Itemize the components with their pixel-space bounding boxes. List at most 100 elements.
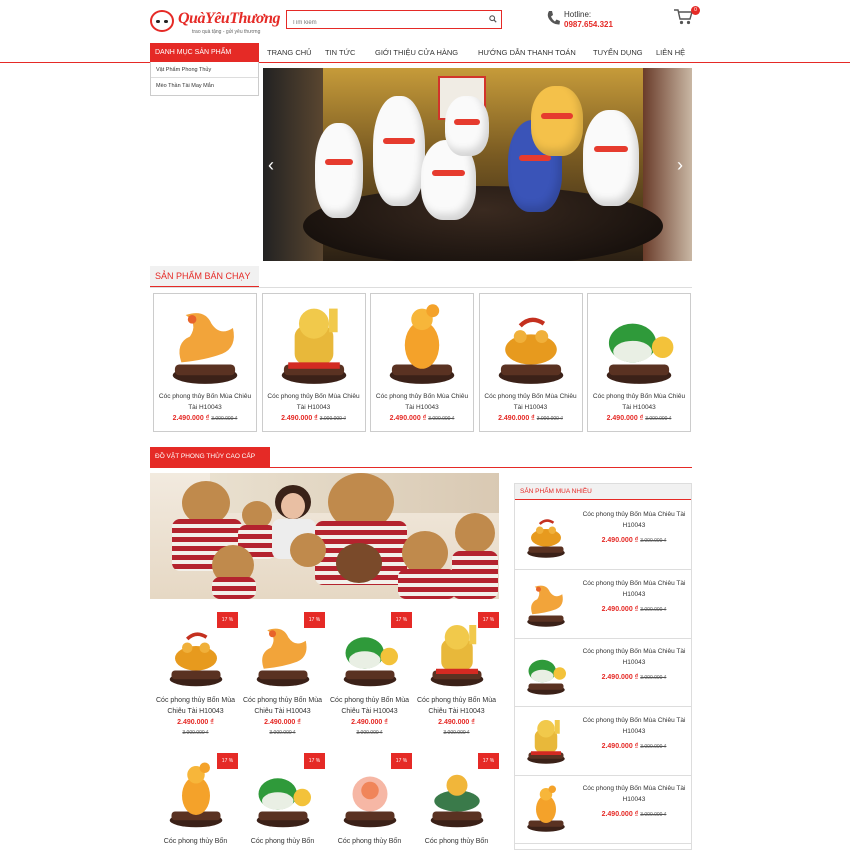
product-name[interactable]: Cóc phong thủy Bốn Mùa Chiêu Tài H10043 [480, 391, 582, 413]
nav-careers[interactable]: TUYỂN DỤNG [593, 43, 643, 62]
product-name[interactable]: Cóc phong thủy Bốn [153, 836, 238, 847]
product-name[interactable]: Cóc phong thủy Bốn Mùa Chiêu Tài H10043 [240, 695, 325, 717]
product-image[interactable] [596, 300, 682, 386]
discount-badge: 17 % [217, 753, 238, 769]
product-image[interactable] [521, 576, 571, 630]
product-name[interactable]: Cóc phong thủy Bốn Mùa Chiêu Tài H10043 [588, 391, 690, 413]
nav-contact[interactable]: LIÊN HỆ [656, 43, 685, 62]
product-name[interactable]: Cóc phong thủy Bốn Mùa Chiêu Tài H10043 [577, 646, 691, 668]
product-card[interactable]: 17 % Cóc phong thủy Bốn Mùa Chiêu Tài H1… [414, 612, 499, 736]
product-card[interactable]: Cóc phong thủy Bốn Mùa Chiêu Tài H10043 … [370, 293, 474, 432]
product-card[interactable]: 17 % Cóc phong thủy Bốn [153, 753, 238, 849]
category-menu-button[interactable]: DANH MỤC SẢN PHẨM [150, 43, 259, 62]
product-image[interactable] [161, 759, 231, 829]
product-image[interactable] [521, 781, 571, 835]
teddy-bear-banner[interactable] [150, 473, 499, 599]
product-image[interactable] [248, 618, 318, 688]
price-current: 2.490.000 ₫ [389, 415, 427, 422]
product-card[interactable]: Cóc phong thủy Bốn Mùa Chiêu Tài H10043 … [478, 293, 583, 432]
product-card[interactable]: 17 % Cóc phong thủy Bốn [414, 753, 499, 849]
product-image[interactable] [161, 618, 231, 688]
nav-payment-guide[interactable]: HƯỚNG DẪN THANH TOÁN [478, 43, 576, 62]
product-name[interactable]: Cóc phong thủy Bốn [240, 836, 325, 847]
nav-news[interactable]: TIN TỨC [325, 43, 355, 62]
logo-slogan: trao quà tặng - gửi yêu thương [192, 29, 261, 35]
product-card[interactable]: Cóc phong thủy Bốn Mùa Chiêu Tài H10043 … [587, 293, 691, 432]
product-price: 2.490.000 ₫ 3.000.000 ₫ [577, 743, 691, 750]
product-image[interactable] [248, 759, 318, 829]
lucky-cat-figurine [373, 96, 425, 206]
product-image[interactable] [422, 759, 492, 829]
product-price: 2.490.000 ₫ 3.000.000 ₫ [577, 674, 691, 681]
product-name[interactable]: Cóc phong thủy Bốn Mùa Chiêu Tài H10043 [371, 391, 473, 413]
slider-prev-arrow[interactable]: ‹ [268, 156, 278, 174]
product-card[interactable]: 17 % Cóc phong thủy Bốn Mùa Chiêu Tài H1… [327, 612, 412, 736]
price-current: 2.490.000 ₫ [601, 605, 639, 613]
product-card[interactable]: Cóc phong thủy Bốn Mùa Chiêu Tài H10043 … [153, 293, 257, 432]
lucky-cat-figurine [583, 110, 639, 206]
site-logo[interactable]: QuàYêuThương trao quà tặng - gửi yêu thư… [150, 8, 280, 38]
nav-about[interactable]: GIỚI THIỆU CỬA HÀNG [375, 43, 458, 62]
product-card[interactable]: Cóc phong thủy Bốn Mùa Chiêu Tài H10043 … [261, 293, 366, 432]
discount-badge: 17 % [478, 753, 499, 769]
product-name[interactable]: Cóc phong thủy Bốn Mùa Chiêu Tài H10043 [414, 695, 499, 717]
product-name[interactable]: Cóc phong thủy Bốn [414, 836, 499, 847]
product-card[interactable]: 17 % Cóc phong thủy Bốn Mùa Chiêu Tài H1… [240, 612, 325, 736]
price-old: 3.000.000 ₫ [356, 730, 383, 736]
product-name[interactable]: Cóc phong thủy Bốn Mùa Chiêu Tài H10043 [263, 391, 365, 413]
bear-shirt [398, 569, 456, 599]
product-name[interactable]: Cóc phong thủy Bốn Mùa Chiêu Tài H10043 [577, 715, 691, 737]
product-name[interactable]: Cóc phong thủy Bốn Mùa Chiêu Tài H10043 [577, 578, 691, 600]
price-old: 3.000.000 ₫ [182, 730, 209, 736]
product-image[interactable] [379, 300, 465, 386]
search-input[interactable] [287, 14, 477, 32]
product-name[interactable]: Cóc phong thủy Bốn Mùa Chiêu Tài H10043 [577, 783, 691, 805]
popular-item[interactable]: Cóc phong thủy Bốn Mùa Chiêu Tài H10043 … [515, 638, 691, 707]
product-image[interactable] [271, 300, 357, 386]
price-current: 2.490.000 ₫ [601, 811, 639, 818]
cart-button[interactable]: 0 [674, 6, 700, 26]
lucky-cat-figurine [445, 96, 489, 156]
price-current: 2.490.000 ₫ [264, 719, 301, 726]
product-image[interactable] [488, 300, 574, 386]
popular-item[interactable]: Cóc phong thủy Bốn Mùa Chiêu Tài H10043 … [515, 775, 691, 844]
slider-next-arrow[interactable]: › [677, 156, 687, 174]
category-item-feng-shui[interactable]: Vật Phẩm Phong Thủy [151, 62, 258, 78]
popular-item[interactable]: Cóc phong thủy Bốn Mùa Chiêu Tài H10043 … [515, 570, 691, 639]
category-dropdown: Vật Phẩm Phong Thủy Mèo Thần Tài May Mắn [150, 62, 259, 96]
person-face [281, 493, 305, 519]
logo-text: QuàYêuThương [178, 10, 280, 27]
popular-item[interactable]: Cóc phong thủy Bốn Mùa Chiêu Tài H10043 … [515, 707, 691, 776]
price-old: 3.000.000 ₫ [640, 538, 667, 544]
product-image[interactable] [335, 618, 405, 688]
product-name[interactable]: Cóc phong thủy Bốn Mùa Chiêu Tài H10043 [577, 509, 691, 531]
product-name[interactable]: Cóc phong thủy Bốn Mùa Chiêu Tài H10043 [153, 695, 238, 717]
product-image[interactable] [335, 759, 405, 829]
price-old: 3.000.000 ₫ [211, 416, 238, 422]
product-name[interactable]: Cóc phong thủy Bốn [327, 836, 412, 847]
price-current: 2.490.000 ₫ [438, 719, 475, 726]
product-image[interactable] [521, 644, 571, 698]
product-name[interactable]: Cóc phong thủy Bốn Mùa Chiêu Tài H10043 [327, 695, 412, 717]
product-image[interactable] [521, 507, 571, 561]
bestseller-title: SẢN PHẨM BÁN CHẠY [150, 266, 259, 287]
product-card[interactable]: 17 % Cóc phong thủy Bốn Mùa Chiêu Tài H1… [153, 612, 238, 736]
product-card[interactable]: 17 % Cóc phong thủy Bốn [327, 753, 412, 849]
nav-home[interactable]: TRANG CHỦ [267, 43, 312, 62]
search-icon[interactable] [489, 15, 497, 23]
product-name[interactable]: Cóc phong thủy Bốn Mùa Chiêu Tài H10043 [154, 391, 256, 413]
price-current: 2.490.000 ₫ [172, 415, 210, 422]
price-old: 3.000.000 ₫ [640, 606, 667, 613]
product-image[interactable] [162, 300, 248, 386]
hotline-number[interactable]: 0987.654.321 [564, 20, 613, 29]
product-price: 2.490.000 ₫ 3.000.000 ₫ [263, 415, 365, 422]
section-divider [150, 467, 692, 468]
product-image[interactable] [521, 713, 571, 767]
product-image[interactable] [422, 618, 492, 688]
hero-slider[interactable]: ‹ › [263, 68, 692, 261]
price-current: 2.490.000 ₫ [601, 537, 639, 544]
category-item-lucky-cat[interactable]: Mèo Thần Tài May Mắn [151, 78, 258, 94]
popular-item[interactable]: Cóc phong thủy Bốn Mùa Chiêu Tài H10043 … [515, 501, 691, 570]
discount-badge: 17 % [391, 612, 412, 628]
product-card[interactable]: 17 % Cóc phong thủy Bốn [240, 753, 325, 849]
